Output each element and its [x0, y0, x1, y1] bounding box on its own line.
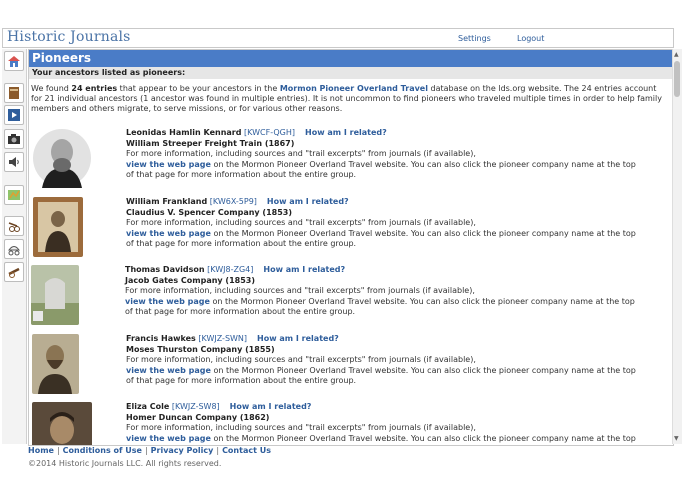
person-id-link[interactable]: [KWCF-QGH]: [244, 128, 295, 137]
page-title: Pioneers: [29, 50, 673, 67]
person-id-link[interactable]: [KW6X-5P9]: [210, 197, 257, 206]
portrait-photo: [32, 334, 79, 394]
brand-logo[interactable]: Historic Journals: [7, 29, 131, 45]
settings-link[interactable]: Settings: [458, 34, 491, 43]
portrait-photo: [32, 402, 92, 445]
company-name: Homer Duncan Company (1862): [126, 412, 270, 422]
footer-links: Home | Conditions of Use | Privacy Policy | Co…: [28, 446, 271, 455]
list-item: Eliza Cole [KWJZ-SW8] How am I related? H…: [29, 402, 669, 445]
section-subtitle: Your ancestors listed as pioneers:: [29, 67, 673, 79]
footer-privacy-link[interactable]: Privacy Policy: [151, 446, 214, 455]
web-page-link[interactable]: view the web page: [125, 297, 210, 306]
intro-paragraph: We found 24 entries that appear to be yo…: [31, 84, 662, 113]
book-icon[interactable]: [4, 83, 24, 103]
play-icon[interactable]: [4, 105, 24, 125]
wagon-icon[interactable]: [4, 239, 24, 259]
camera-icon[interactable]: [4, 129, 24, 149]
home-icon[interactable]: [4, 51, 24, 71]
person-id-link[interactable]: [KWJZ-SW8]: [172, 402, 220, 411]
footer-contact-link[interactable]: Contact Us: [222, 446, 271, 455]
list-item: William Frankland [KW6X-5P9] How am I rel…: [29, 197, 669, 257]
pioneer-name: Thomas Davidson: [125, 265, 205, 274]
footer-conditions-link[interactable]: Conditions of Use: [63, 446, 142, 455]
person-id-link[interactable]: [KWJZ-SWN]: [198, 334, 247, 343]
list-item: Thomas Davidson [KWJ8-ZG4] How am I relat…: [29, 265, 669, 325]
web-page-link[interactable]: view the web page: [126, 229, 211, 238]
list-item: Francis Hawkes [KWJZ-SWN] How am I relate…: [29, 334, 669, 394]
how-related-link[interactable]: How am I related?: [263, 265, 345, 274]
entry-count: 24 entries: [71, 84, 118, 93]
copyright-text: ©2014 Historic Journals LLC. All rights …: [28, 459, 222, 468]
scroll-down-icon[interactable]: ▼: [674, 435, 679, 442]
how-related-link[interactable]: How am I related?: [257, 334, 339, 343]
portrait-photo: [32, 128, 92, 188]
how-related-link[interactable]: How am I related?: [267, 197, 349, 206]
how-related-link[interactable]: How am I related?: [230, 402, 312, 411]
company-name: William Streeper Freight Train (1867): [126, 138, 295, 148]
person-id-link[interactable]: [KWJ8-ZG4]: [207, 265, 253, 274]
scrollbar-thumb[interactable]: [674, 61, 680, 97]
pioneer-name: Eliza Cole: [126, 402, 170, 411]
logout-link[interactable]: Logout: [517, 34, 544, 43]
company-name: Jacob Gates Company (1853): [125, 275, 255, 285]
company-name: Moses Thurston Company (1855): [126, 344, 275, 354]
web-page-link[interactable]: view the web page: [126, 434, 211, 443]
footer-home-link[interactable]: Home: [28, 446, 54, 455]
gravestone-photo: [31, 265, 79, 325]
pioneers-panel: Pioneers Your ancestors listed as pionee…: [28, 49, 674, 446]
scroll-up-icon[interactable]: ▲: [674, 51, 679, 58]
handcart-icon[interactable]: [4, 216, 24, 236]
site-header: Historic Journals Settings Logout: [2, 28, 674, 48]
vertical-scrollbar[interactable]: ▲ ▼: [672, 49, 682, 444]
map-icon[interactable]: [4, 185, 24, 205]
speaker-icon[interactable]: [4, 152, 24, 172]
pioneer-name: William Frankland: [126, 197, 208, 206]
web-page-link[interactable]: view the web page: [126, 160, 211, 169]
company-name: Claudius V. Spencer Company (1853): [126, 207, 293, 217]
web-page-link[interactable]: view the web page: [126, 366, 211, 375]
pioneer-name: Francis Hawkes: [126, 334, 196, 343]
cannon-icon[interactable]: [4, 262, 24, 282]
portrait-photo: [33, 197, 83, 257]
sidebar: [2, 49, 27, 444]
list-item: Leonidas Hamlin Kennard [KWCF-QGH] How am…: [29, 128, 669, 190]
pioneer-name: Leonidas Hamlin Kennard: [126, 128, 242, 137]
how-related-link[interactable]: How am I related?: [305, 128, 387, 137]
database-link[interactable]: Mormon Pioneer Overland Travel: [280, 84, 428, 93]
